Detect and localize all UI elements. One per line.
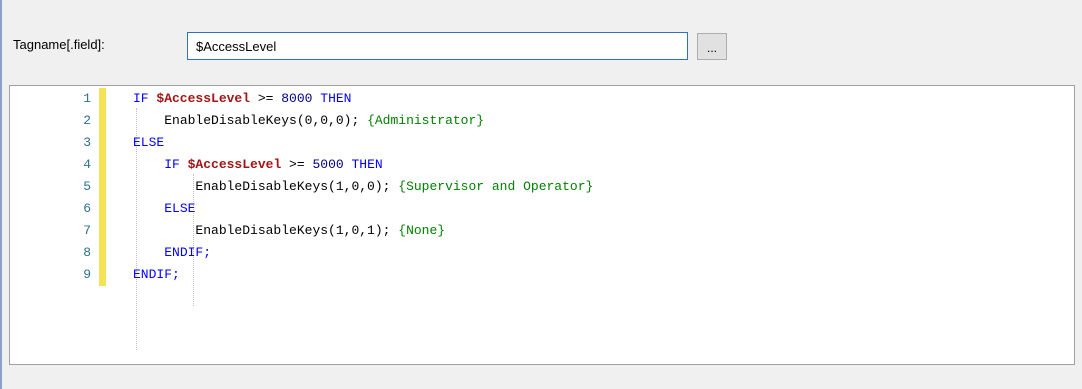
change-marker [99,88,106,110]
script-editor[interactable]: 1 IF $AccessLevel >= 8000 THEN 2 EnableDis… [9,85,1075,365]
code-token: ELSE [133,135,165,150]
change-marker [99,242,106,264]
line-number: 5 [83,179,91,194]
code-token: THEN [343,157,383,172]
change-marker [99,264,106,286]
line-number: 3 [83,135,91,150]
change-marker [99,110,106,132]
code-token: THEN [312,91,352,106]
line-number: 2 [83,113,91,128]
code-token: ENDIF; [164,245,212,260]
tagname-input[interactable] [187,32,688,60]
code-text: ENDIF; [133,264,180,286]
line-number: 4 [83,157,91,172]
line-number: 1 [83,91,91,106]
code-token: >= [281,157,313,172]
code-text: ELSE [133,198,195,220]
change-marker [99,198,106,220]
code-text: IF $AccessLevel >= 8000 THEN [133,88,351,110]
tagname-field-label: Tagname[.field]: [13,37,105,52]
code-token: EnableDisableKeys(1,0,1); [195,223,399,238]
code-token: 8000 [281,91,313,106]
code-line[interactable]: 7 EnableDisableKeys(1,0,1); {None} [10,220,1074,242]
code-token: >= [250,91,282,106]
code-token: 5000 [312,157,344,172]
code-token: EnableDisableKeys(1,0,0); [195,179,399,194]
code-token: $AccessLevel [156,91,251,106]
code-token: $AccessLevel [187,157,282,172]
browse-tag-button[interactable]: ... [697,33,727,60]
code-text: ELSE [133,132,164,154]
code-token: ELSE [164,201,196,216]
change-marker [99,132,106,154]
line-number: 7 [83,223,91,238]
code-token: ENDIF; [133,267,180,282]
code-line[interactable]: 6 ELSE [10,198,1074,220]
code-token: IF [133,91,157,106]
code-token: {Administrator} [367,113,485,128]
code-text: ENDIF; [133,242,211,264]
code-line[interactable]: 3 ELSE [10,132,1074,154]
code-line[interactable]: 1 IF $AccessLevel >= 8000 THEN [10,88,1074,110]
code-line[interactable]: 4 IF $AccessLevel >= 5000 THEN [10,154,1074,176]
code-text: EnableDisableKeys(1,0,1); {None} [133,220,445,242]
line-number: 6 [83,201,91,216]
code-line[interactable]: 9 ENDIF; [10,264,1074,286]
change-marker [99,176,106,198]
code-token: EnableDisableKeys(0,0,0); [164,113,368,128]
code-token: {None} [398,223,446,238]
code-line[interactable]: 5 EnableDisableKeys(1,0,0); {Supervisor … [10,176,1074,198]
code-token: {Supervisor and Operator} [398,179,594,194]
code-line[interactable]: 2 EnableDisableKeys(0,0,0); {Administrat… [10,110,1074,132]
change-marker [99,220,106,242]
window-left-edge [0,0,2,389]
code-text: EnableDisableKeys(0,0,0); {Administrator… [133,110,484,132]
line-number: 9 [83,267,91,282]
code-text: EnableDisableKeys(1,0,0); {Supervisor an… [133,176,593,198]
change-marker [99,154,106,176]
code-token: IF [164,157,188,172]
line-number: 8 [83,245,91,260]
code-text: IF $AccessLevel >= 5000 THEN [133,154,383,176]
code-line[interactable]: 8 ENDIF; [10,242,1074,264]
